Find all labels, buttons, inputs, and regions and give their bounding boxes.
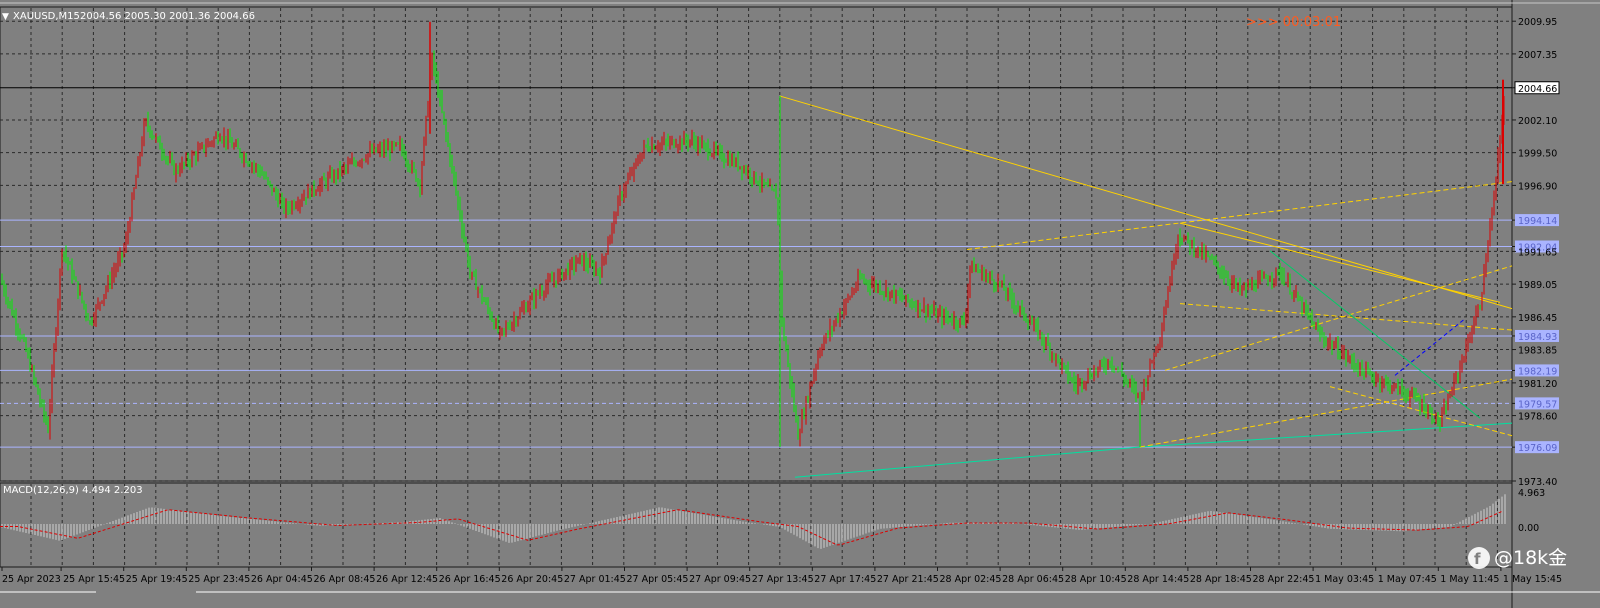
x-tick-label: 28 Apr 10:45 <box>1065 574 1127 585</box>
x-tick-label: 27 Apr 17:45 <box>814 574 876 585</box>
x-tick-label: 28 Apr 18:45 <box>1190 574 1252 585</box>
y-tick-label: 2009.95 <box>1518 17 1557 28</box>
x-tick-label: 25 Apr 2023 <box>2 574 61 585</box>
bar-countdown: >>> 00:03:01 <box>1246 15 1341 30</box>
trendline[interactable] <box>779 95 1513 310</box>
x-tick-label: 25 Apr 19:45 <box>126 574 188 585</box>
y-tick-label: 1986.45 <box>1518 313 1557 324</box>
trendlines[interactable] <box>779 95 1513 478</box>
main-pane-frame <box>0 6 1513 482</box>
y-tick-label: 1994.14 <box>1518 216 1557 227</box>
y-tick-label: 2002.10 <box>1518 116 1557 127</box>
y-tick-label: 2007.35 <box>1518 50 1557 61</box>
x-tick-label: 25 Apr 15:45 <box>63 574 125 585</box>
x-tick-label: 26 Apr 20:45 <box>501 574 563 585</box>
y-tick-label: 1978.60 <box>1518 412 1557 423</box>
macd-tick-label: 4.963 <box>1518 488 1545 499</box>
watermark: f @18k金 <box>1468 547 1567 569</box>
channel-line[interactable] <box>1139 378 1513 448</box>
x-tick-label: 28 Apr 02:45 <box>940 574 1002 585</box>
y-tick-label: 1982.19 <box>1518 366 1557 377</box>
channel-line[interactable] <box>1329 386 1513 437</box>
support-line[interactable] <box>1139 422 1513 448</box>
price-axis: 2009.95 2007.35 2004.66 2002.10 1999.50 1996.… <box>1512 17 1560 534</box>
price-chart[interactable]: 2009.95 2007.35 2004.66 2002.10 1999.50 1996.… <box>0 0 1600 608</box>
x-tick-label: 26 Apr 04:45 <box>251 574 313 585</box>
ohlc-values: 2004.56 2005.30 2001.36 2004.66 <box>80 11 255 22</box>
svg-text:f: f <box>1474 550 1481 568</box>
triangle-down-icon: ▼ <box>2 12 9 22</box>
x-tick-label: 1 May 07:45 <box>1378 574 1437 585</box>
x-tick-label: 1 May 11:45 <box>1440 574 1499 585</box>
macd-label: MACD(12,26,9) 4.494 2.203 <box>3 485 143 496</box>
macd-tick-label: 0.00 <box>1518 523 1539 534</box>
x-tick-label: 26 Apr 12:45 <box>376 574 438 585</box>
x-tick-label: 25 Apr 23:45 <box>188 574 250 585</box>
x-tick-label: 26 Apr 16:45 <box>439 574 501 585</box>
macd-signal-line <box>0 509 1504 546</box>
x-tick-label: 27 Apr 05:45 <box>627 574 689 585</box>
y-tick-label: 1984.93 <box>1518 332 1557 343</box>
y-tick-label: 1996.90 <box>1518 181 1557 192</box>
macd-pane-frame <box>0 482 1513 568</box>
trendline[interactable] <box>1269 250 1481 419</box>
time-axis: 25 Apr 2023 25 Apr 15:45 25 Apr 19:45 25 Ap… <box>0 567 1600 593</box>
channel-line[interactable] <box>966 181 1513 251</box>
y-tick-label: 1989.05 <box>1518 280 1557 291</box>
x-tick-label: 26 Apr 08:45 <box>314 574 376 585</box>
horizontal-level-lines[interactable] <box>0 87 1512 448</box>
y-tick-label: 1976.09 <box>1518 443 1557 454</box>
x-tick-label: 28 Apr 22:45 <box>1253 574 1315 585</box>
trading-chart-window[interactable]: 2009.95 2007.35 2004.66 2002.10 1999.50 1996.… <box>0 0 1600 608</box>
y-tick-label: 1981.20 <box>1518 379 1557 390</box>
projection-line[interactable] <box>1394 318 1466 376</box>
x-tick-label: 27 Apr 09:45 <box>689 574 751 585</box>
x-tick-label: 27 Apr 01:45 <box>564 574 626 585</box>
x-tick-label: 27 Apr 21:45 <box>877 574 939 585</box>
x-tick-label: 1 May 15:45 <box>1503 574 1562 585</box>
y-tick-label: 1999.50 <box>1518 149 1557 160</box>
x-tick-label: 27 Apr 13:45 <box>752 574 814 585</box>
symbol-label: XAUUSD,M15 <box>13 11 80 22</box>
x-tick-label: 28 Apr 06:45 <box>1002 574 1064 585</box>
y-tick-label: 2004.66 <box>1518 84 1557 95</box>
x-tick-label: 1 May 03:45 <box>1315 574 1374 585</box>
chart-header: ▼ XAUUSD,M15 2004.56 2005.30 2001.36 200… <box>2 11 255 22</box>
y-tick-label: 1979.57 <box>1518 399 1557 410</box>
y-tick-label: 1973.40 <box>1518 477 1557 488</box>
y-tick-label: 1991.65 <box>1518 247 1557 258</box>
watermark-text: @18k金 <box>1494 547 1567 569</box>
y-tick-label: 1983.85 <box>1518 346 1557 357</box>
trendline[interactable] <box>1179 222 1501 303</box>
x-tick-label: 28 Apr 14:45 <box>1127 574 1189 585</box>
